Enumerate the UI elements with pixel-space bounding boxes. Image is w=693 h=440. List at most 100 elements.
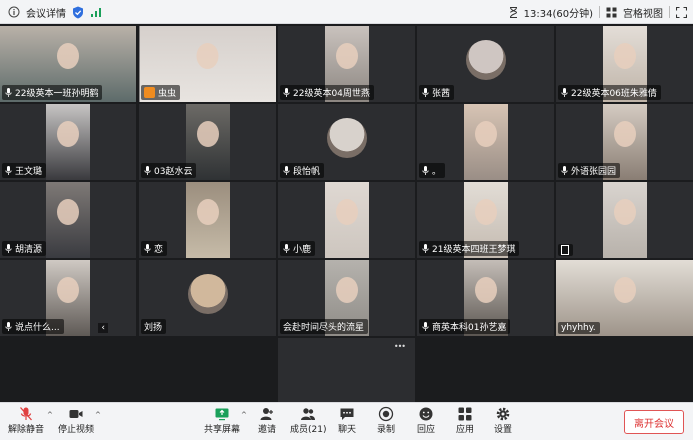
mic-icon bbox=[422, 166, 429, 175]
participant-video bbox=[463, 104, 508, 180]
unmute-label: 解除静音 bbox=[8, 425, 45, 435]
participant-name-label bbox=[558, 244, 573, 256]
more-options-icon[interactable]: ••• bbox=[394, 342, 406, 351]
video-tile[interactable]: 22级英本04周世燕 bbox=[278, 26, 415, 102]
mic-icon bbox=[422, 244, 429, 253]
participant-face bbox=[57, 120, 79, 147]
participant-video bbox=[185, 182, 230, 258]
reactions-button[interactable]: 回应 bbox=[417, 406, 435, 435]
participant-name: 22级英本06班朱雅倩 bbox=[571, 89, 657, 99]
participant-name: 会赴时间尽头的流星 bbox=[283, 323, 365, 333]
participant-name-label: 。 bbox=[419, 163, 446, 178]
members-button[interactable]: 成员(21) bbox=[290, 406, 326, 435]
self-view-tile[interactable]: ••• bbox=[278, 338, 415, 402]
video-tile[interactable]: 段怡帆 bbox=[278, 104, 415, 180]
chat-input-placeholder[interactable]: 说点什么... bbox=[15, 320, 60, 333]
video-tile[interactable]: 03赵水云 bbox=[139, 104, 276, 180]
stop-video-button[interactable]: 停止视频 bbox=[58, 406, 94, 435]
meeting-timer: 13:34(60分钟) bbox=[523, 8, 593, 20]
participant-name-label: 虫虫 bbox=[141, 85, 181, 100]
video-tile[interactable]: 商英本科01孙艺嘉 bbox=[417, 260, 554, 336]
mic-icon bbox=[5, 166, 12, 175]
share-options-caret[interactable]: ^ bbox=[241, 411, 247, 419]
share-screen-button[interactable]: 共享屏幕 bbox=[204, 406, 240, 435]
leave-meeting-button[interactable]: 离开会议 bbox=[624, 410, 684, 434]
video-tile[interactable]: 22级英本06班朱雅倩 bbox=[556, 26, 693, 102]
top-bar-left: 会议详情 bbox=[8, 0, 102, 24]
participant-face bbox=[614, 42, 636, 69]
participant-face bbox=[614, 120, 636, 147]
video-tile[interactable]: 虫虫 bbox=[139, 26, 276, 102]
mic-icon bbox=[422, 88, 429, 97]
participant-name: 03赵水云 bbox=[154, 167, 193, 177]
participant-name: 胡清源 bbox=[15, 245, 43, 255]
participant-name-label: 张茜 bbox=[419, 85, 455, 100]
view-mode-button[interactable]: 宫格视图 bbox=[623, 5, 663, 20]
participant-face bbox=[614, 276, 636, 303]
mic-icon bbox=[283, 166, 290, 175]
participant-face bbox=[196, 42, 219, 69]
chat-button[interactable]: 聊天 bbox=[338, 406, 356, 435]
record-button[interactable]: 录制 bbox=[377, 406, 395, 435]
video-tile[interactable]: 。 bbox=[417, 104, 554, 180]
participant-name: 虫虫 bbox=[158, 89, 177, 99]
grid-view-icon[interactable] bbox=[606, 7, 617, 18]
video-tile[interactable]: 胡清源 bbox=[0, 182, 136, 258]
video-tile[interactable]: 小鹿 bbox=[278, 182, 415, 258]
participant-avatar bbox=[465, 40, 506, 80]
participant-name: 21级英本四班王梦琪 bbox=[432, 245, 516, 255]
apps-grid-icon bbox=[458, 407, 472, 421]
participant-face bbox=[335, 276, 358, 303]
video-tile[interactable]: 张茜 bbox=[417, 26, 554, 102]
video-tile[interactable]: 21级英本四班王梦琪 bbox=[417, 182, 554, 258]
share-screen-label: 共享屏幕 bbox=[204, 425, 241, 435]
invite-button[interactable]: 邀请 bbox=[258, 406, 276, 435]
unmute-button[interactable]: 解除静音 bbox=[8, 406, 44, 435]
participant-video bbox=[603, 182, 647, 258]
video-camera-icon bbox=[69, 410, 83, 418]
video-tile[interactable] bbox=[556, 182, 693, 258]
members-icon bbox=[301, 408, 316, 420]
share-screen-icon bbox=[215, 408, 229, 421]
settings-button[interactable]: 设置 bbox=[494, 406, 512, 435]
fullscreen-icon[interactable] bbox=[676, 6, 687, 18]
video-tile[interactable]: 刘扬 bbox=[139, 260, 276, 336]
signal-icon[interactable] bbox=[90, 7, 102, 18]
divider bbox=[669, 6, 670, 18]
members-label: 成员(21) bbox=[290, 425, 327, 435]
participant-name: 22级英本一班孙明鹤 bbox=[15, 89, 99, 99]
video-tile[interactable]: 王文璐 bbox=[0, 104, 136, 180]
mic-icon bbox=[5, 244, 12, 253]
video-tile[interactable]: 会赴时间尽头的流星 bbox=[278, 260, 415, 336]
participant-name-label: 刘扬 bbox=[141, 319, 167, 334]
video-tile[interactable]: yhyhhy. bbox=[556, 260, 693, 336]
user-badge-icon bbox=[144, 87, 155, 98]
participant-video bbox=[324, 182, 369, 258]
participant-name-label: 21级英本四班王梦琪 bbox=[419, 241, 520, 256]
hourglass-icon bbox=[509, 6, 518, 18]
video-tile[interactable]: 说点什么... ‹ bbox=[0, 260, 136, 336]
info-icon[interactable] bbox=[8, 6, 20, 18]
main-video-area[interactable] bbox=[0, 338, 276, 402]
video-tile[interactable]: 22级英本一班孙明鹤 bbox=[0, 26, 136, 102]
participant-name: 恋 bbox=[154, 245, 164, 255]
apps-label: 应用 bbox=[456, 425, 475, 435]
video-tile[interactable]: 恋 bbox=[139, 182, 276, 258]
mic-icon bbox=[144, 244, 151, 253]
participant-name-label: 说点什么... bbox=[2, 319, 64, 334]
invite-label: 邀请 bbox=[258, 425, 277, 435]
participant-name-label: 段怡帆 bbox=[280, 163, 325, 178]
unmute-options-caret[interactable]: ^ bbox=[47, 411, 53, 419]
video-tile[interactable]: 外语张园园 bbox=[556, 104, 693, 180]
participant-face bbox=[335, 198, 358, 225]
participant-face bbox=[474, 276, 497, 303]
mic-icon bbox=[422, 322, 429, 331]
gear-icon bbox=[496, 407, 510, 421]
participant-name-label: 会赴时间尽头的流星 bbox=[280, 319, 369, 334]
collapse-chat-icon[interactable]: ‹ bbox=[98, 323, 108, 333]
shield-icon[interactable] bbox=[72, 6, 84, 19]
participant-name: 张茜 bbox=[432, 89, 451, 99]
apps-button[interactable]: 应用 bbox=[456, 406, 474, 435]
meeting-details-link[interactable]: 会议详情 bbox=[26, 5, 66, 20]
video-options-caret[interactable]: ^ bbox=[95, 411, 101, 419]
